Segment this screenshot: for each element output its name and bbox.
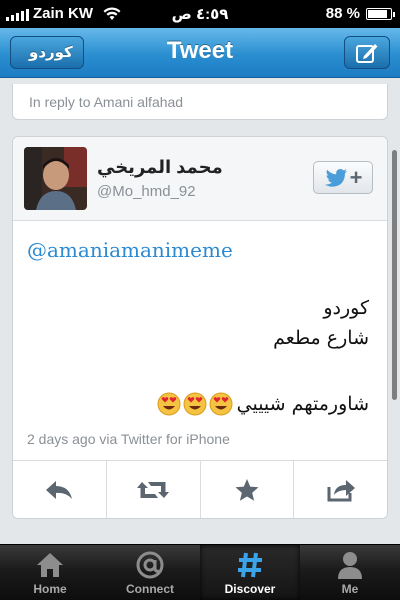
- tab-me-label: Me: [341, 582, 359, 596]
- heart-eyes-emojis: [157, 392, 233, 416]
- tweet-card: محمد المريخي @Mo_hmd_92 + @amaniamanimem…: [12, 136, 388, 519]
- person-icon: [338, 552, 362, 579]
- favorite-icon: [235, 478, 259, 501]
- heart-eyes-emoji-icon: [157, 392, 181, 416]
- tab-home[interactable]: Home: [0, 545, 100, 600]
- mention-link[interactable]: @amaniamanimeme: [27, 238, 233, 262]
- compose-button[interactable]: [344, 36, 390, 69]
- status-bar: Zain KW ٤:٥٩ ص 88 %: [0, 0, 400, 28]
- tweet-text-line-3-text: شاورمتهم شيييي: [236, 393, 369, 415]
- hashtag-icon: [238, 552, 262, 578]
- tab-connect-label: Connect: [126, 582, 174, 596]
- heart-eyes-emoji-icon: [209, 392, 233, 416]
- battery-percent: 88 %: [325, 5, 360, 22]
- tweet-text-line-1: كوردو: [323, 297, 369, 319]
- scrollbar[interactable]: [392, 150, 397, 400]
- tweet-header[interactable]: محمد المريخي @Mo_hmd_92 +: [13, 137, 387, 221]
- follow-button[interactable]: +: [313, 161, 373, 194]
- retweet-button[interactable]: [107, 461, 201, 518]
- reply-icon: [46, 480, 73, 499]
- home-icon: [37, 553, 63, 577]
- avatar-photo: [24, 147, 87, 210]
- status-right: 88 %: [325, 5, 395, 22]
- at-icon: [136, 551, 164, 579]
- twitter-bird-icon: [324, 168, 347, 187]
- battery-icon: [366, 7, 395, 20]
- tab-home-label: Home: [33, 582, 67, 596]
- share-icon: [327, 479, 355, 501]
- page-title: Tweet: [166, 37, 234, 64]
- in-reply-to-card[interactable]: In reply to Amani alfahad: [12, 84, 388, 120]
- tab-me[interactable]: Me: [300, 545, 400, 600]
- tweet-text-line-2: شارع مطعم: [273, 327, 369, 349]
- reply-button[interactable]: [13, 461, 107, 518]
- compose-icon: [356, 43, 378, 63]
- tweet-actions: [13, 460, 387, 518]
- tab-discover[interactable]: Discover: [200, 545, 300, 600]
- tab-bar: Home Connect Discover Me: [0, 544, 400, 600]
- in-reply-to-text: In reply to Amani alfahad: [29, 94, 184, 110]
- avatar[interactable]: [24, 147, 87, 210]
- tweet-text-line-3: شاورمتهم شيييي: [157, 392, 369, 416]
- plus-icon: +: [349, 164, 363, 190]
- retweet-icon: [137, 481, 170, 498]
- tweet-meta: 2 days ago via Twitter for iPhone: [27, 431, 230, 447]
- favorite-button[interactable]: [201, 461, 295, 518]
- tab-connect[interactable]: Connect: [100, 545, 200, 600]
- display-name[interactable]: محمد المريخي: [97, 157, 223, 178]
- navigation-bar: كوردو Tweet: [0, 28, 400, 78]
- tab-discover-label: Discover: [224, 582, 276, 596]
- user-handle[interactable]: @Mo_hmd_92: [97, 183, 196, 200]
- heart-eyes-emoji-icon: [183, 392, 207, 416]
- share-button[interactable]: [294, 461, 387, 518]
